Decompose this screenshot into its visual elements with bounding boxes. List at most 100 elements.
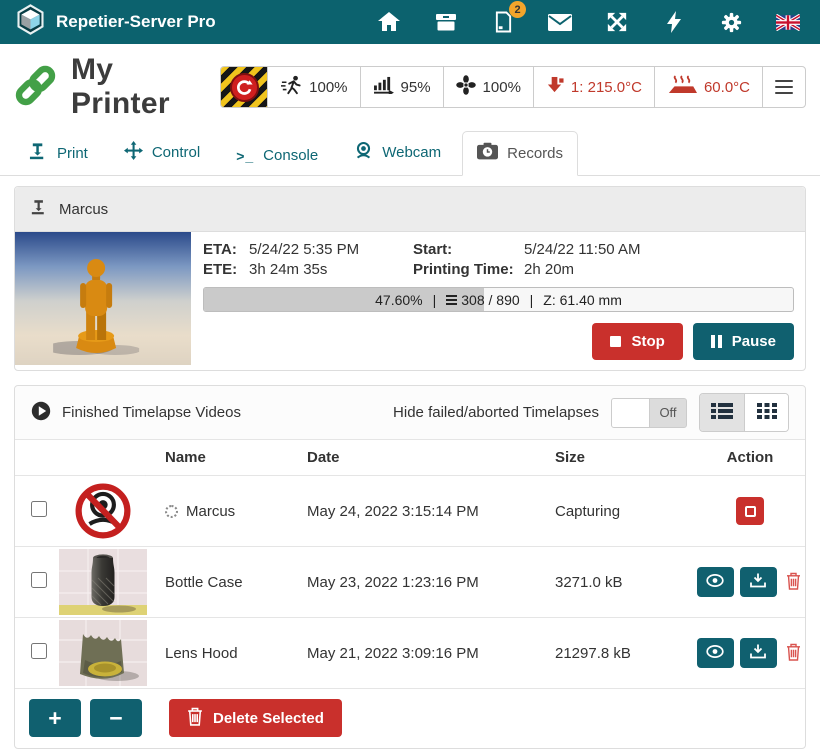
delete-video-button[interactable]	[783, 641, 804, 666]
connection-chain-icon	[14, 64, 57, 111]
brand[interactable]: Repetier-Server Pro	[16, 4, 216, 40]
progress-separator2: |	[530, 292, 534, 308]
emergency-stop-button[interactable]	[221, 67, 267, 107]
flow-status[interactable]: 95%	[360, 67, 443, 107]
video-size: 3271.0 kB	[555, 574, 695, 591]
video-size: Capturing	[555, 503, 695, 520]
language-flag-uk-icon[interactable]	[776, 10, 800, 34]
archive-icon[interactable]	[434, 10, 458, 34]
tab-print-label: Print	[57, 145, 88, 162]
col-size: Size	[555, 449, 695, 466]
home-icon[interactable]	[377, 10, 401, 34]
extruder-icon	[546, 76, 564, 99]
timelapse-header: Finished Timelapse Videos Hide failed/ab…	[15, 386, 805, 439]
toggle-knob	[612, 399, 650, 427]
download-video-button[interactable]	[740, 638, 777, 668]
list-view-button[interactable]	[700, 394, 744, 431]
timelapse-title: Finished Timelapse Videos	[62, 404, 241, 421]
extruder-temp-value: 1: 215.0°C	[571, 79, 642, 96]
stop-label: Stop	[631, 333, 664, 350]
tab-console[interactable]: >_ Console	[221, 136, 333, 176]
tab-records-label: Records	[507, 145, 563, 162]
grid-view-button[interactable]	[744, 394, 788, 431]
tab-control[interactable]: Control	[109, 130, 215, 176]
delete-selected-button[interactable]: Delete Selected	[169, 699, 342, 737]
flow-icon	[373, 76, 394, 98]
printing-time-value: 2h 20m	[524, 261, 794, 278]
progress-layers: 308 / 890	[461, 292, 519, 308]
pause-icon	[711, 335, 722, 348]
tab-webcam[interactable]: Webcam	[339, 130, 456, 176]
bottle-case-thumbnail	[59, 549, 147, 615]
no-webcam-thumbnail	[59, 478, 147, 544]
control-tab-icon	[124, 141, 143, 164]
eta-label: ETA:	[203, 241, 243, 258]
fan-status[interactable]: 100%	[443, 67, 533, 107]
job-preview-thumbnail	[15, 232, 191, 365]
trash-icon	[786, 572, 801, 593]
trash-white-icon	[187, 707, 203, 730]
stop-capture-button[interactable]	[736, 497, 764, 525]
pause-label: Pause	[732, 333, 776, 350]
hide-failed-toggle[interactable]: Off	[611, 398, 687, 428]
current-job-panel: Marcus ETA: 5/24/22 5:35 PM Start:	[14, 186, 806, 371]
extruder-temp-status[interactable]: 1: 215.0°C	[533, 67, 654, 107]
settings-icon[interactable]	[719, 10, 743, 34]
video-date: May 23, 2022 1:23:16 PM	[307, 574, 555, 591]
printer-status-bar: 100% 95% 100%	[220, 66, 806, 108]
video-date: May 24, 2022 3:15:14 PM	[307, 503, 555, 520]
repetier-logo-icon	[16, 4, 45, 40]
bed-temp-status[interactable]: 60.0°C	[654, 67, 762, 107]
view-video-button[interactable]	[697, 638, 734, 668]
console-tab-icon: >_	[236, 148, 254, 164]
table-row-marcus: Marcus May 24, 2022 3:15:14 PM Capturing	[15, 475, 805, 546]
fan-value: 100%	[483, 79, 521, 96]
eye-icon	[706, 574, 724, 590]
print-job-icon	[31, 199, 48, 219]
tab-control-label: Control	[152, 144, 200, 161]
table-row-bottle-case: Bottle Case May 23, 2022 1:23:16 PM 3271…	[15, 546, 805, 617]
printer-menu-button[interactable]	[762, 67, 805, 107]
bed-temp-value: 60.0°C	[704, 79, 750, 96]
delete-video-button[interactable]	[783, 570, 804, 595]
toggle-state: Off	[650, 399, 686, 427]
timelapse-footer: + − Delete Selected	[15, 688, 805, 748]
capturing-spinner-icon	[165, 505, 178, 518]
speed-value: 100%	[309, 79, 347, 96]
printer-header: My Printer 100%	[0, 44, 820, 126]
delete-selected-label: Delete Selected	[213, 710, 324, 727]
pause-print-button[interactable]: Pause	[693, 323, 794, 360]
tab-records[interactable]: Records	[462, 131, 578, 176]
print-progress-text: 47.60% | 308 / 890 | Z: 61.40 mm	[204, 288, 793, 311]
timelapse-table-header: Name Date Size Action	[15, 439, 805, 475]
brand-title: Repetier-Server Pro	[56, 12, 216, 32]
print-queue-badge: 2	[509, 1, 526, 18]
row-select-checkbox[interactable]	[31, 643, 47, 659]
video-date: May 21, 2022 3:09:16 PM	[307, 645, 555, 662]
power-icon[interactable]	[662, 10, 686, 34]
trash-icon	[786, 643, 801, 664]
video-size: 21297.8 kB	[555, 645, 695, 662]
layers-icon	[446, 295, 457, 305]
print-queue-icon[interactable]: 2	[491, 10, 515, 34]
speed-status[interactable]: 100%	[267, 67, 359, 107]
select-all-button[interactable]: +	[29, 699, 81, 737]
heated-bed-icon	[667, 75, 697, 99]
fan-icon	[456, 75, 476, 99]
messages-icon[interactable]	[548, 10, 572, 34]
stop-print-button[interactable]: Stop	[592, 323, 682, 360]
row-select-checkbox[interactable]	[31, 572, 47, 588]
tab-print[interactable]: Print	[14, 131, 103, 176]
eta-value: 5/24/22 5:35 PM	[249, 241, 407, 258]
download-video-button[interactable]	[740, 567, 777, 597]
video-name: Marcus	[186, 503, 235, 520]
expand-icon[interactable]	[605, 10, 629, 34]
eye-icon	[706, 645, 724, 661]
row-select-checkbox[interactable]	[31, 501, 47, 517]
deselect-all-button[interactable]: −	[90, 699, 142, 737]
job-panel-header: Marcus	[15, 187, 805, 232]
view-video-button[interactable]	[697, 567, 734, 597]
lens-hood-thumbnail	[59, 620, 147, 686]
print-progress-bar: 47.60% | 308 / 890 | Z: 61.40 mm	[203, 287, 794, 312]
download-icon	[750, 573, 766, 591]
